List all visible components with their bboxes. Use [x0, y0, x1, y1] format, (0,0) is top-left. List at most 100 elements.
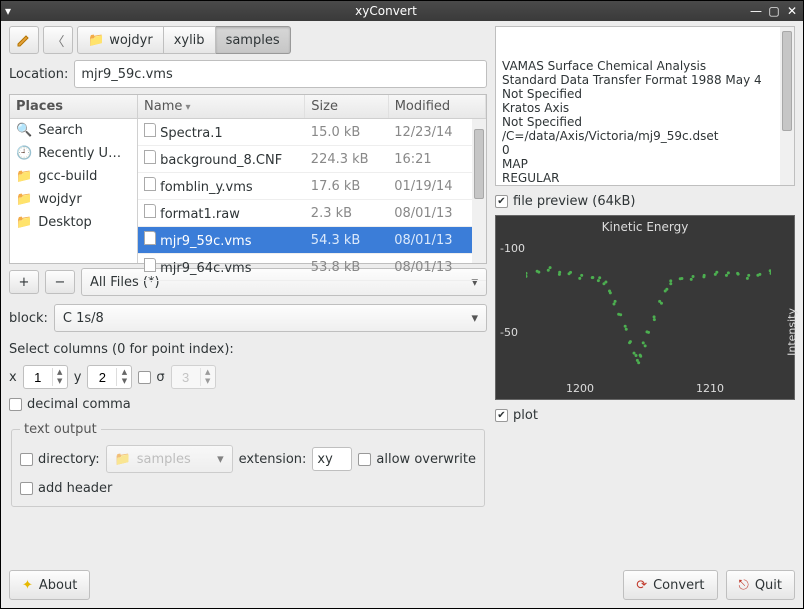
file-preview-check[interactable]: file preview (64kB) — [495, 194, 795, 209]
plus-icon: + — [19, 275, 30, 290]
minus-icon: − — [55, 275, 66, 290]
sigma-label: σ — [156, 370, 164, 385]
step-down-icon: ▼ — [201, 377, 215, 386]
place-desktop[interactable]: 📁Desktop — [10, 211, 137, 234]
step-up-icon[interactable]: ▲ — [53, 368, 67, 377]
x-label: x — [9, 370, 17, 385]
block-value: C 1s/8 — [63, 311, 104, 326]
plot-check[interactable]: plot — [495, 408, 795, 423]
x-column-value[interactable] — [24, 369, 52, 386]
add-header-label: add header — [38, 481, 112, 496]
nav-up-button[interactable]: 〈 — [43, 26, 73, 54]
allow-overwrite-label: allow overwrite — [376, 452, 476, 467]
file-metadata: VAMAS Surface Chemical Analysis Standard… — [495, 26, 795, 186]
exit-icon: ⎋ — [739, 578, 749, 593]
breadcrumb-segment-xylib[interactable]: xylib — [164, 26, 216, 54]
col-name[interactable]: Name — [138, 95, 305, 119]
file-row[interactable]: background_8.CNF224.3 kB16:21 — [138, 146, 486, 173]
breadcrumb-label: xylib — [174, 33, 205, 48]
sigma-column-value — [172, 369, 200, 386]
col-modified[interactable]: Modified — [388, 95, 485, 119]
step-down-icon[interactable]: ▼ — [53, 377, 67, 386]
about-button[interactable]: ✦ About — [9, 570, 90, 600]
chevron-down-icon: ▾ — [217, 452, 224, 467]
file-icon — [144, 258, 156, 272]
folder-icon: 📁 — [16, 169, 32, 184]
breadcrumb-segment-wojdyr[interactable]: 📁 wojdyr — [77, 26, 164, 54]
decimal-comma-label: decimal comma — [27, 397, 131, 412]
convert-icon: ⟳ — [636, 578, 647, 593]
file-row[interactable]: mjr9_59c.vms54.3 kB08/01/13 — [138, 227, 486, 254]
places-remove-button[interactable]: − — [45, 270, 75, 294]
plot-ytick: -100 — [500, 242, 525, 255]
folder-icon: 📁 — [88, 33, 104, 48]
preview-plot: Kinetic Energy Intensity -100 -50 1200 1… — [495, 215, 795, 400]
sigma-column-stepper[interactable]: ▲▼ — [171, 365, 216, 389]
breadcrumb-label: wojdyr — [109, 33, 153, 48]
file-row[interactable]: format1.raw2.3 kB08/01/13 — [138, 200, 486, 227]
edit-path-button[interactable] — [9, 26, 39, 54]
window-menu-icon[interactable]: ▾ — [5, 4, 23, 18]
plot-xtick: 1200 — [566, 382, 594, 395]
location-label: Location: — [9, 67, 68, 82]
places-add-button[interactable]: + — [9, 270, 39, 294]
directory-combo[interactable]: 📁 samples ▾ — [106, 445, 233, 473]
search-icon: 🔍 — [16, 123, 32, 138]
chevron-down-icon: ▾ — [471, 311, 478, 326]
block-combo[interactable]: C 1s/8 ▾ — [54, 304, 487, 332]
directory-value: samples — [137, 452, 191, 467]
close-button[interactable]: ✕ — [785, 4, 799, 18]
window-title: xyConvert — [23, 4, 749, 18]
maximize-button[interactable]: ▢ — [767, 4, 781, 18]
file-icon — [144, 123, 156, 137]
file-icon — [144, 177, 156, 191]
breadcrumb-label: samples — [226, 33, 280, 48]
plot-data-points — [526, 234, 771, 379]
file-preview-label: file preview (64kB) — [513, 194, 635, 209]
breadcrumb-segment-samples[interactable]: samples — [216, 26, 291, 54]
allow-overwrite-check[interactable]: allow overwrite — [358, 452, 476, 467]
place-recent[interactable]: 🕘Recently U… — [10, 142, 137, 165]
step-up-icon[interactable]: ▲ — [117, 368, 131, 377]
star-icon: ✦ — [22, 578, 33, 593]
extension-input[interactable]: xy — [312, 447, 352, 471]
y-label: y — [74, 370, 82, 385]
decimal-comma-check[interactable]: decimal comma — [9, 397, 131, 412]
pencil-icon — [16, 32, 32, 48]
chevron-left-icon: 〈 — [51, 31, 64, 50]
file-scrollbar[interactable] — [472, 119, 486, 263]
quit-button[interactable]: ⎋ Quit — [726, 570, 795, 600]
col-size[interactable]: Size — [305, 95, 388, 119]
place-wojdyr[interactable]: 📁wojdyr — [10, 188, 137, 211]
folder-icon: 📁 — [115, 452, 131, 467]
plot-title: Kinetic Energy — [496, 220, 794, 234]
step-up-icon: ▲ — [201, 368, 215, 377]
place-search[interactable]: 🔍Search — [10, 119, 137, 142]
file-icon — [144, 231, 156, 245]
step-down-icon[interactable]: ▼ — [117, 377, 131, 386]
select-columns-label: Select columns (0 for point index): — [9, 342, 487, 357]
plot-ylabel: Intensity — [786, 308, 799, 356]
meta-scrollbar[interactable] — [780, 27, 794, 185]
location-input[interactable]: mjr9_59c.vms — [74, 60, 487, 88]
file-row[interactable]: Spectra.115.0 kB12/23/14 — [138, 119, 486, 146]
folder-icon: 📁 — [16, 215, 32, 230]
folder-icon: 📁 — [16, 192, 32, 207]
x-column-stepper[interactable]: ▲▼ — [23, 365, 68, 389]
y-column-stepper[interactable]: ▲▼ — [87, 365, 132, 389]
clock-icon: 🕘 — [16, 146, 32, 161]
extension-label: extension: — [239, 452, 307, 467]
y-column-value[interactable] — [88, 369, 116, 386]
sigma-check[interactable]: σ — [138, 370, 164, 385]
file-row[interactable]: fomblin_y.vms17.6 kB01/19/14 — [138, 173, 486, 200]
directory-check[interactable]: directory: — [20, 452, 100, 467]
block-label: block: — [9, 311, 48, 326]
location-value: mjr9_59c.vms — [81, 67, 172, 82]
minimize-button[interactable]: — — [749, 4, 763, 18]
convert-button[interactable]: ⟳ Convert — [623, 570, 717, 600]
text-output-legend: text output — [20, 422, 101, 437]
place-gcc-build[interactable]: 📁gcc-build — [10, 165, 137, 188]
file-row[interactable]: mjr9_64c.vms53.8 kB08/01/13 — [138, 254, 486, 281]
file-icon — [144, 204, 156, 218]
add-header-check[interactable]: add header — [20, 481, 112, 496]
